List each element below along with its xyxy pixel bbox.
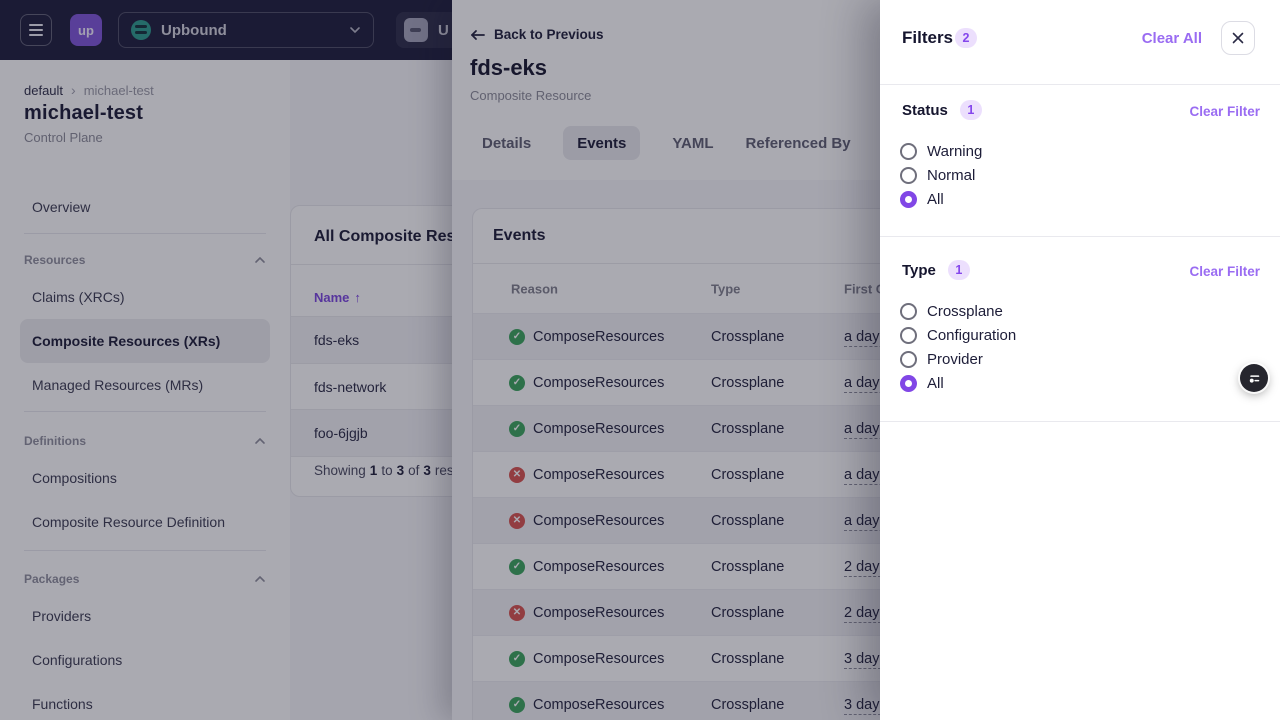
filter-section-type-title: Type 1 [902, 260, 970, 280]
clear-type-filter-button[interactable]: Clear Filter [1189, 264, 1260, 279]
radio-provider[interactable] [900, 351, 917, 368]
filters-header: Filters 2 Clear All [880, 0, 1280, 84]
modal-dim-overlay[interactable] [0, 0, 880, 720]
radio-option-all-status[interactable]: All [900, 187, 944, 211]
radio-option-configuration[interactable]: Configuration [900, 323, 1016, 347]
radio-normal[interactable] [900, 167, 917, 184]
radio-all-status[interactable] [900, 191, 917, 208]
filter-sliders-icon [1245, 369, 1263, 387]
filters-toggle-fab[interactable] [1240, 364, 1268, 392]
radio-option-provider[interactable]: Provider [900, 347, 983, 371]
radio-crossplane[interactable] [900, 303, 917, 320]
radio-option-all-type[interactable]: All [900, 371, 944, 395]
status-count-badge: 1 [960, 100, 982, 120]
divider [880, 84, 1280, 85]
radio-label: All [927, 191, 944, 208]
radio-label: Warning [927, 143, 982, 160]
radio-label: Normal [927, 167, 975, 184]
radio-option-normal[interactable]: Normal [900, 163, 975, 187]
radio-option-warning[interactable]: Warning [900, 139, 982, 163]
divider [880, 236, 1280, 237]
radio-configuration[interactable] [900, 327, 917, 344]
filter-section-status-title: Status 1 [902, 100, 982, 120]
filters-title: Filters [902, 28, 953, 48]
radio-label: Provider [927, 351, 983, 368]
radio-all-type[interactable] [900, 375, 917, 392]
radio-label: Crossplane [927, 303, 1003, 320]
radio-label: Configuration [927, 327, 1016, 344]
close-icon [1232, 32, 1244, 44]
radio-label: All [927, 375, 944, 392]
close-button[interactable] [1221, 21, 1255, 55]
app-root: up Upbound U default › michael-test mich… [0, 0, 1280, 720]
filters-panel: Filters 2 Clear All Status 1 Clear Filte… [880, 0, 1280, 720]
radio-warning[interactable] [900, 143, 917, 160]
divider [880, 421, 1280, 422]
clear-status-filter-button[interactable]: Clear Filter [1189, 104, 1260, 119]
radio-option-crossplane[interactable]: Crossplane [900, 299, 1003, 323]
clear-all-button[interactable]: Clear All [1142, 30, 1202, 47]
filters-count-badge: 2 [955, 28, 977, 48]
type-count-badge: 1 [948, 260, 970, 280]
